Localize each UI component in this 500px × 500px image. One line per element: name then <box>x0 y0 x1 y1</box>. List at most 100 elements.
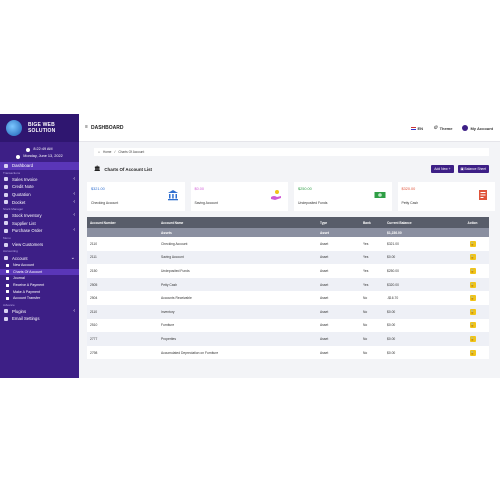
cell-type: Asset <box>320 255 329 260</box>
sidebar-item[interactable]: Sales Invoice ‹ <box>0 176 79 184</box>
sidebar-item-label: Email Settings <box>12 316 40 322</box>
lock-icon[interactable]: 🔒 <box>469 240 476 247</box>
dot-icon <box>6 290 9 294</box>
sidebar-subitem[interactable]: Journal <box>0 275 79 282</box>
stat-card[interactable]: $320.00 Petty Cash <box>397 182 495 211</box>
accounts-table: Account Number Account Name Type Bank Cu… <box>87 217 489 360</box>
bank-icon: 🏛 <box>94 166 101 172</box>
chevron-icon: ‹ <box>73 307 75 314</box>
menu-item-icon <box>4 242 8 247</box>
cell-bank: Yes <box>363 268 369 273</box>
sidebar-item[interactable]: Credit Note <box>0 183 79 191</box>
page-title: DASHBOARD <box>91 124 124 131</box>
cell-account-number: 2510 <box>90 323 98 328</box>
sidebar-subitem[interactable]: Receive A Payment <box>0 282 79 289</box>
sidebar-item[interactable]: Supplier List <box>0 220 79 228</box>
chevron-icon: ‹ <box>73 191 75 198</box>
language-selector[interactable]: EN <box>410 126 423 131</box>
cell-account-number: 2777 <box>90 336 98 341</box>
sidebar-item[interactable]: View Customers <box>0 241 79 249</box>
sidebar-item[interactable]: Stock Inventory ‹ <box>0 212 79 220</box>
theme-toggle[interactable]: ⚙ Theme <box>433 125 452 131</box>
lock-icon[interactable]: 🔒 <box>469 254 476 261</box>
cell-account-name: Accounts Receivable <box>161 296 192 301</box>
sidebar-item[interactable]: Purchase Order ‹ <box>0 227 79 235</box>
stat-card[interactable]: $321.00 Checking Account <box>87 182 185 211</box>
cell-type: Asset <box>320 268 329 273</box>
lock-icon[interactable]: 🔒 <box>469 295 476 302</box>
column-header[interactable]: Current Balance <box>387 221 456 225</box>
cell-balance: $0.00 <box>387 309 396 314</box>
menu-item-icon <box>4 316 8 321</box>
menu-item-icon <box>4 177 8 182</box>
cell-type: Asset <box>320 296 329 301</box>
clock: 8:22:49 AM Monday, June 13, 2022 <box>0 142 79 162</box>
lock-icon[interactable]: 🔒 <box>469 322 476 329</box>
gear-icon: ⚙ <box>433 125 438 131</box>
stat-card[interactable]: $250.00 Undeposited Funds <box>294 182 392 211</box>
sidebar-item-label: New Account <box>13 263 34 268</box>
cell-account-number: 2110 <box>90 309 98 314</box>
balance-sheet-button[interactable]: ▣ Balance Sheet <box>457 165 489 173</box>
cell-balance: $0.00 <box>387 336 396 341</box>
cell-bank: No <box>363 336 368 341</box>
chevron-icon: ‹ <box>73 175 75 182</box>
calendar-icon <box>16 154 21 159</box>
sidebar-item[interactable]: Dashboard <box>0 162 79 170</box>
account-summary: $321.00 Checking Account $0.00 Saving Ac… <box>87 182 495 211</box>
cell-bank: Yes <box>363 255 369 260</box>
cell-bank: No <box>363 350 368 355</box>
cell-bank: Yes <box>363 241 369 246</box>
sidebar-item-label: Dashboard <box>12 163 34 169</box>
sidebar-item[interactable]: Account ⌄ <box>0 254 79 262</box>
menu-item-icon <box>4 256 8 261</box>
stat-card[interactable]: $0.00 Saving Account <box>190 182 288 211</box>
sidebar-item-label: Charts Of Account <box>13 269 43 274</box>
menu-item-icon <box>4 228 8 233</box>
table-body: 2110 Checking Account Asset Yes $321.00 🔒 2111… <box>87 237 489 360</box>
column-header[interactable]: Account Name <box>160 221 320 225</box>
table-row: 2111 Saving Account Asset Yes $0.00 🔒 <box>87 250 489 265</box>
sidebar-item[interactable]: Plugins ‹ <box>0 308 79 316</box>
sidebar-subitem[interactable]: New Account <box>0 262 79 269</box>
chevron-icon: ‹ <box>73 198 75 205</box>
lock-icon[interactable]: 🔒 <box>469 267 476 274</box>
dot-icon <box>6 283 9 287</box>
column-header[interactable]: Account Number <box>87 221 160 225</box>
cell-account-name: Properties <box>161 336 177 341</box>
sidebar-subitem[interactable]: Make A Payment <box>0 288 79 295</box>
breadcrumb-current: Charts Of Account <box>118 150 145 154</box>
account-menu[interactable]: My Account <box>462 125 493 131</box>
column-header[interactable]: Bank <box>363 221 387 225</box>
cell-balance: $321.00 <box>387 241 399 246</box>
card-title: Charts Of Account List <box>104 166 153 172</box>
table-row: 2798 Accumulated Depreciation on Furnitur… <box>87 345 489 360</box>
table-row: 2510 Furniture Asset No $0.00 🔒 <box>87 318 489 333</box>
lock-icon[interactable]: 🔒 <box>469 308 476 315</box>
menu-toggle-icon[interactable]: ≡ <box>85 125 89 130</box>
breadcrumb-home[interactable]: Home <box>103 150 112 154</box>
sidebar-subitem[interactable]: Charts Of Account <box>0 268 79 276</box>
table-header: Account Number Account Name Type Bank Cu… <box>87 217 489 228</box>
table-row: 2110 Inventory Asset No $0.00 🔒 <box>87 304 489 319</box>
sidebar-item[interactable]: Docket ‹ <box>0 198 79 206</box>
cell-balance: $0.00 <box>387 323 396 328</box>
sidebar-subitem[interactable]: Account Transfer <box>0 295 79 302</box>
stat-label: Undeposited Funds <box>298 201 328 205</box>
sidebar-item[interactable]: Email Settings <box>0 315 79 323</box>
menu-item-icon <box>4 192 8 197</box>
chevron-icon: ‹ <box>73 212 75 219</box>
menu-item-icon <box>4 221 8 226</box>
lock-icon[interactable]: 🔒 <box>469 335 476 342</box>
column-header[interactable]: Type <box>320 221 363 225</box>
sidebar-item[interactable]: Quotation ‹ <box>0 191 79 199</box>
cell-type: Asset <box>320 323 329 328</box>
add-new-button[interactable]: Add New + <box>431 165 454 173</box>
lock-icon[interactable]: 🔒 <box>469 349 476 356</box>
chevron-icon: ‹ <box>73 227 75 234</box>
cell-type: Asset <box>320 241 329 246</box>
cell-bank: No <box>363 309 368 314</box>
table-group-row: Assets Asset $1,236.00 <box>87 228 489 237</box>
lock-icon[interactable]: 🔒 <box>469 281 476 288</box>
brand[interactable]: BIGE WEB SOLUTION <box>0 114 79 142</box>
